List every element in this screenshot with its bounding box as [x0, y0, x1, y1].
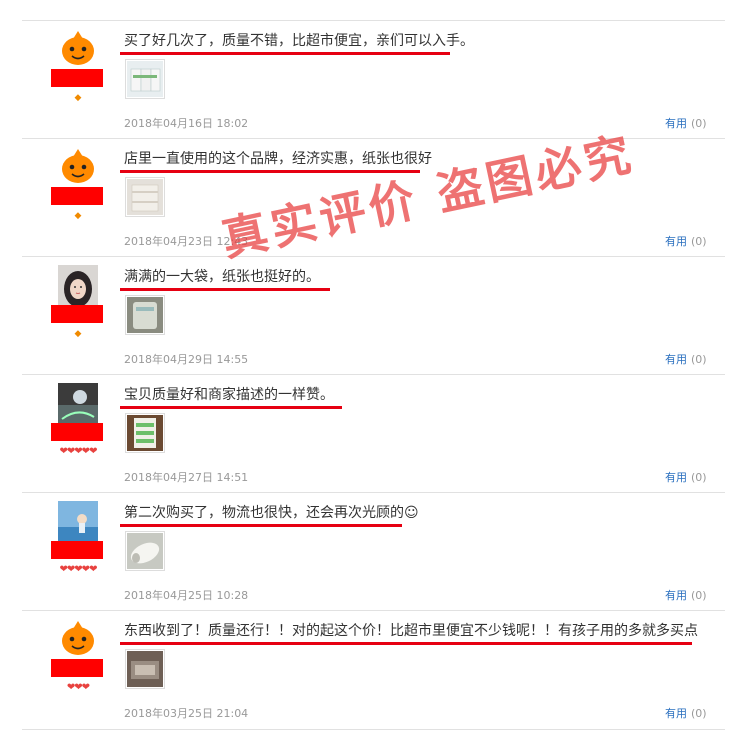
review-comment: 店里一直使用的这个品牌，经济实惠，纸张也很好 [124, 151, 432, 167]
useful-count: (0) [691, 235, 707, 248]
review-comment: 满满的一大袋，纸张也挺好的。 [124, 269, 320, 285]
review-comment: 宝贝质量好和商家描述的一样赞。 [124, 387, 334, 403]
useful-vote[interactable]: 有用 (0) [665, 351, 707, 367]
review-comment: 第二次购买了，物流也很快，还会再次光顾的☺ [124, 505, 419, 521]
username-redacted [51, 423, 103, 441]
tissue-photo-dark-icon [127, 651, 163, 687]
tissue-pack-green-icon [127, 415, 163, 451]
avatar[interactable] [58, 383, 98, 423]
avatar[interactable] [58, 29, 98, 69]
review-photo-thumbnail[interactable] [125, 177, 165, 217]
useful-count: (0) [691, 707, 707, 720]
orange-mascot-icon [58, 619, 98, 659]
useful-count: (0) [691, 471, 707, 484]
review-date: 2018年04月16日 18:02 [124, 117, 249, 130]
useful-button[interactable]: 有用 [665, 235, 687, 248]
review-date: 2018年04月29日 14:55 [124, 353, 249, 366]
orange-mascot-icon [58, 147, 98, 187]
review-photo-thumbnail[interactable] [125, 295, 165, 335]
girl-photo-icon [58, 265, 98, 305]
user-level-badge: ◆ [74, 329, 82, 339]
tissue-box-icon [127, 179, 163, 215]
sea-photo-icon [58, 501, 98, 541]
username-redacted [51, 187, 103, 205]
review-photo-thumbnail[interactable] [125, 413, 165, 453]
review-date: 2018年04月27日 14:51 [124, 471, 249, 484]
review-date: 2018年04月25日 10:28 [124, 589, 249, 602]
review-comment: 买了好几次了，质量不错，比超市便宜，亲们可以入手。 [124, 33, 474, 49]
username-redacted [51, 69, 103, 87]
useful-vote[interactable]: 有用 (0) [665, 587, 707, 603]
useful-vote[interactable]: 有用 (0) [665, 115, 707, 131]
comment-underline [120, 406, 342, 409]
avatar[interactable] [58, 265, 98, 305]
review-item: ❤❤❤❤❤ 第二次购买了，物流也很快，还会再次光顾的☺ 2018年04月25日 … [22, 492, 725, 611]
useful-count: (0) [691, 117, 707, 130]
useful-button[interactable]: 有用 [665, 471, 687, 484]
review-item: ❤❤❤ 东西收到了！质量还行！！对的起这个价！比超市里便宜不少钱呢！！有孩子用的… [22, 610, 725, 730]
comment-underline [120, 52, 450, 55]
comment-underline [120, 288, 330, 291]
username-redacted [51, 659, 103, 677]
useful-vote[interactable]: 有用 (0) [665, 233, 707, 249]
review-item: ❤❤❤❤❤ 宝贝质量好和商家描述的一样赞。 2018年04月27日 14:51 … [22, 374, 725, 493]
useful-count: (0) [691, 353, 707, 366]
useful-button[interactable]: 有用 [665, 707, 687, 720]
username-redacted [51, 541, 103, 559]
useful-count: (0) [691, 589, 707, 602]
review-comment: 东西收到了！质量还行！！对的起这个价！比超市里便宜不少钱呢！！有孩子用的多就多买… [124, 623, 698, 639]
review-photo-thumbnail[interactable] [125, 649, 165, 689]
user-level-badge: ❤❤❤❤❤ [59, 564, 98, 575]
avatar[interactable] [58, 619, 98, 659]
comment-underline [120, 642, 692, 645]
useful-button[interactable]: 有用 [665, 117, 687, 130]
useful-vote[interactable]: 有用 (0) [665, 705, 707, 721]
orange-mascot-icon [58, 29, 98, 69]
tissue-pack-icon [127, 61, 163, 97]
avatar[interactable] [58, 147, 98, 187]
review-photo-thumbnail[interactable] [125, 59, 165, 99]
photo-avatar-icon [58, 383, 98, 423]
username-redacted [51, 305, 103, 323]
review-date: 2018年03月25日 21:04 [124, 707, 249, 720]
useful-button[interactable]: 有用 [665, 353, 687, 366]
avatar[interactable] [58, 501, 98, 541]
user-level-badge: ❤❤❤ [66, 682, 90, 693]
review-photo-thumbnail[interactable] [125, 531, 165, 571]
tissue-roll-icon [127, 533, 163, 569]
review-item: ◆ 满满的一大袋，纸张也挺好的。 2018年04月29日 14:55 有用 (0) [22, 256, 725, 375]
user-level-badge: ◆ [74, 93, 82, 103]
useful-vote[interactable]: 有用 (0) [665, 469, 707, 485]
user-level-badge: ◆ [74, 211, 82, 221]
useful-button[interactable]: 有用 [665, 589, 687, 602]
comment-underline [120, 524, 402, 527]
tissue-bag-icon [127, 297, 163, 333]
user-level-badge: ❤❤❤❤❤ [59, 446, 98, 457]
